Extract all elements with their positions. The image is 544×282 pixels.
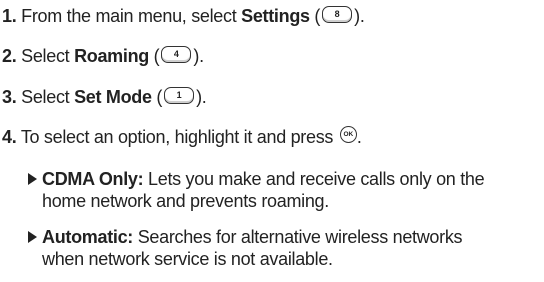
option-description: Lets you make and receive calls only on … xyxy=(143,169,485,189)
step-3: 3. Select Set Mode (1). xyxy=(2,86,207,108)
step-1: 1. From the main menu, select Settings (… xyxy=(2,5,365,27)
menu-item-label: Settings xyxy=(241,6,310,26)
ok-key-icon: OK xyxy=(339,125,357,143)
menu-item-label: Roaming xyxy=(74,46,149,66)
option-cdma-only: CDMA Only: Lets you make and receive cal… xyxy=(28,168,538,212)
paren-close: ). xyxy=(354,6,365,26)
keypad-8-icon: 8 xyxy=(322,5,353,23)
period: . xyxy=(356,127,362,147)
option-term: Automatic: xyxy=(42,227,133,247)
paren-open: ( xyxy=(148,46,160,66)
step-text: To select an option, highlight it and pr… xyxy=(20,127,338,147)
paren-open: ( xyxy=(151,87,163,107)
step-4: 4. To select an option, highlight it and… xyxy=(2,125,362,148)
step-2: 2. Select Roaming (4). xyxy=(2,45,204,67)
menu-item-label: Set Mode xyxy=(74,87,152,107)
instruction-page: 1. From the main menu, select Settings (… xyxy=(0,0,544,282)
step-text: Select xyxy=(21,46,75,66)
keypad-1-icon: 1 xyxy=(164,86,195,104)
option-term: CDMA Only: xyxy=(42,169,144,189)
step-text: From the main menu, select xyxy=(21,6,242,26)
step-text: Select xyxy=(21,87,75,107)
step-number: 4. xyxy=(2,127,17,147)
paren-close: ). xyxy=(196,87,207,107)
paren-open: ( xyxy=(309,6,321,26)
paren-close: ). xyxy=(193,46,204,66)
option-description-cont: when network service is not available. xyxy=(42,249,333,269)
step-number: 2. xyxy=(2,46,17,66)
step-number: 1. xyxy=(2,6,17,26)
option-description: Searches for alternative wireless networ… xyxy=(133,227,463,247)
option-description-cont: home network and prevents roaming. xyxy=(42,191,329,211)
keypad-4-icon: 4 xyxy=(161,45,192,63)
bullet-triangle-icon xyxy=(28,231,37,243)
option-automatic: Automatic: Searches for alternative wire… xyxy=(28,226,538,270)
bullet-triangle-icon xyxy=(28,173,37,185)
step-number: 3. xyxy=(2,87,17,107)
